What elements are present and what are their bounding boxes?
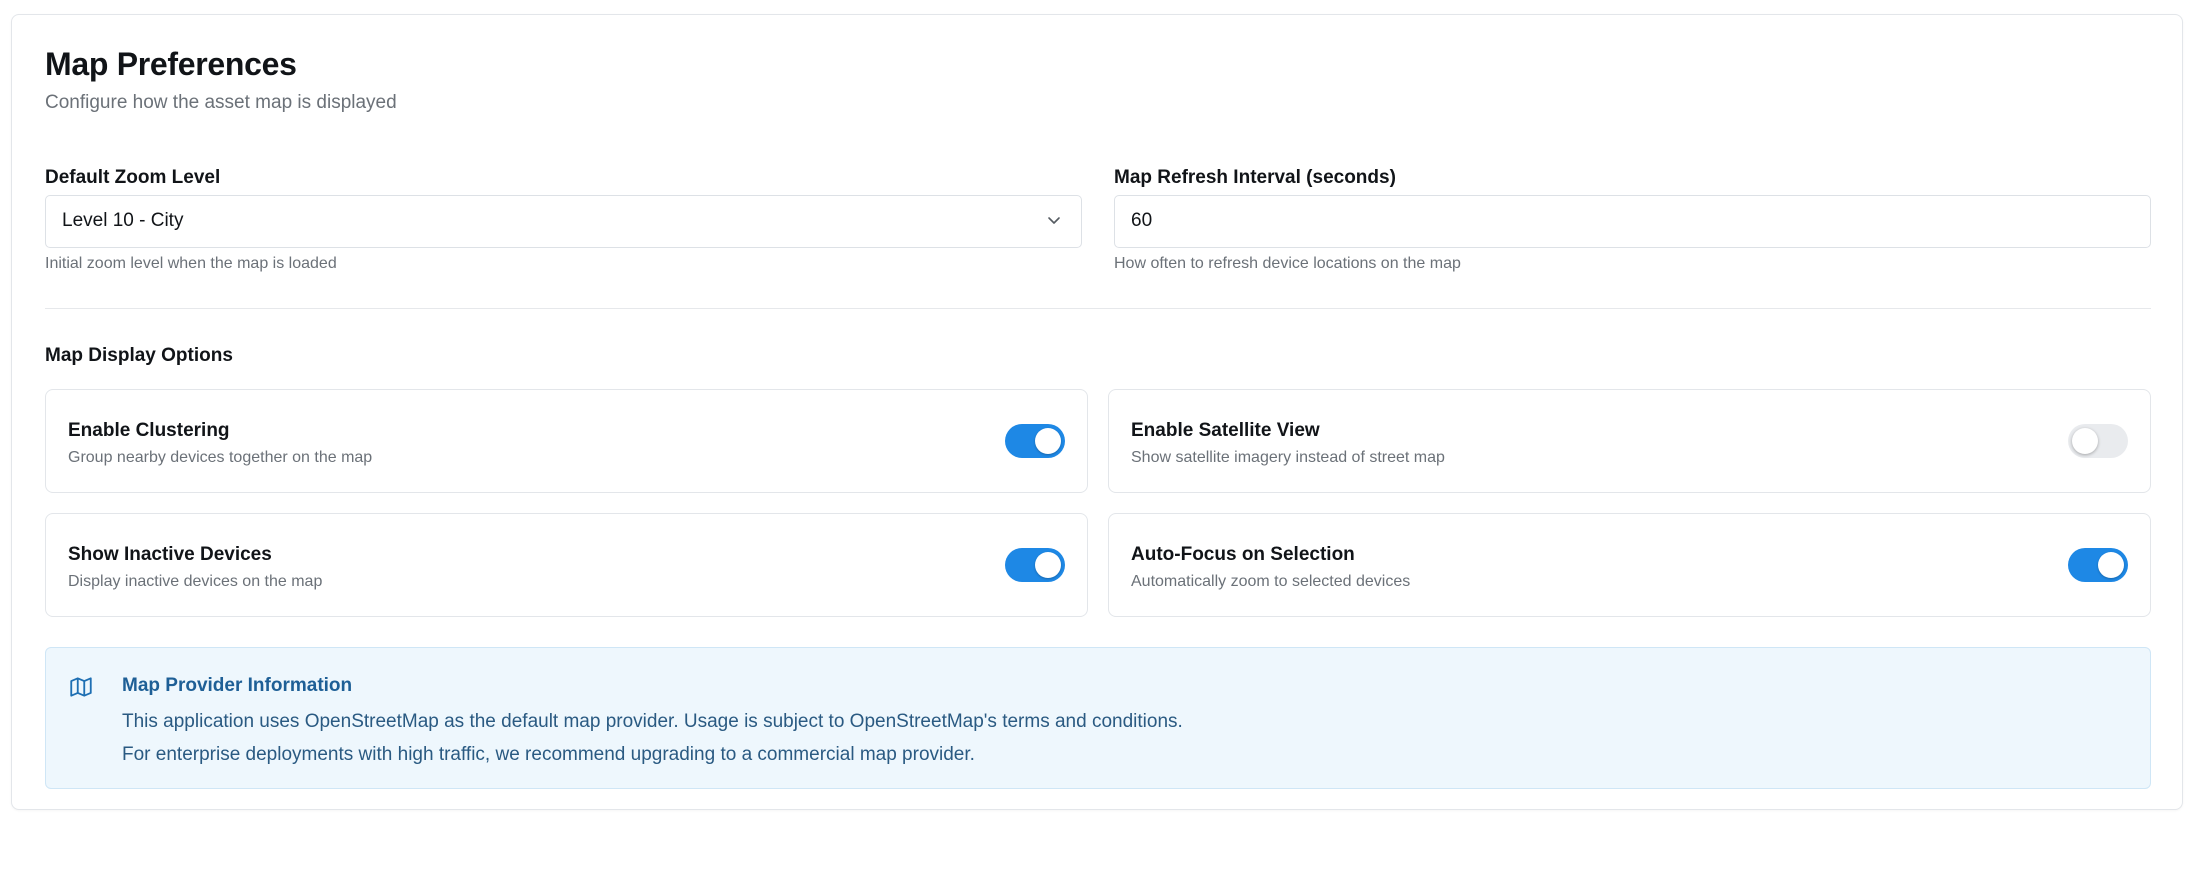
info-text-line-1: This application uses OpenStreetMap as t… (122, 711, 1183, 732)
zoom-level-help: Initial zoom level when the map is loade… (45, 255, 337, 272)
toggle-knob (2098, 552, 2124, 578)
option-title: Enable Satellite View (1131, 420, 1320, 441)
chevron-down-icon (1048, 217, 1060, 224)
zoom-level-value: Level 10 - City (62, 210, 184, 231)
page-subtitle: Configure how the asset map is displayed (45, 92, 397, 113)
option-description: Display inactive devices on the map (68, 573, 323, 590)
toggle-knob (1035, 428, 1061, 454)
refresh-interval-label: Map Refresh Interval (seconds) (1114, 167, 1396, 188)
option-enable-clustering: Enable Clustering Group nearby devices t… (45, 389, 1088, 493)
display-options-title: Map Display Options (45, 345, 233, 366)
info-text-line-2: For enterprise deployments with high tra… (122, 744, 975, 765)
option-show-inactive-devices: Show Inactive Devices Display inactive d… (45, 513, 1088, 617)
option-title: Show Inactive Devices (68, 544, 272, 565)
option-description: Show satellite imagery instead of street… (1131, 449, 1445, 466)
clustering-toggle[interactable] (1005, 424, 1065, 458)
auto-focus-toggle[interactable] (2068, 548, 2128, 582)
zoom-level-select[interactable]: Level 10 - City (45, 195, 1082, 248)
option-auto-focus-selection: Auto-Focus on Selection Automatically zo… (1108, 513, 2151, 617)
option-description: Group nearby devices together on the map (68, 449, 373, 466)
option-description: Automatically zoom to selected devices (1131, 573, 1411, 590)
toggle-knob (1035, 552, 1061, 578)
map-icon (70, 677, 92, 697)
section-divider (45, 308, 2151, 309)
option-title: Auto-Focus on Selection (1131, 544, 1355, 565)
option-title: Enable Clustering (68, 420, 230, 441)
refresh-interval-input[interactable]: 60 (1114, 195, 2151, 248)
option-enable-satellite-view: Enable Satellite View Show satellite ima… (1108, 389, 2151, 493)
info-title: Map Provider Information (122, 675, 353, 696)
map-provider-info-panel: Map Provider Information This applicatio… (45, 647, 2151, 789)
zoom-level-label: Default Zoom Level (45, 167, 221, 188)
map-preferences-card: Map Preferences Configure how the asset … (11, 14, 2183, 810)
refresh-interval-value: 60 (1131, 210, 1153, 231)
refresh-interval-help: How often to refresh device locations on… (1114, 255, 1461, 272)
inactive-devices-toggle[interactable] (1005, 548, 1065, 582)
toggle-knob (2072, 428, 2098, 454)
satellite-view-toggle[interactable] (2068, 424, 2128, 458)
page-title: Map Preferences (45, 46, 297, 82)
